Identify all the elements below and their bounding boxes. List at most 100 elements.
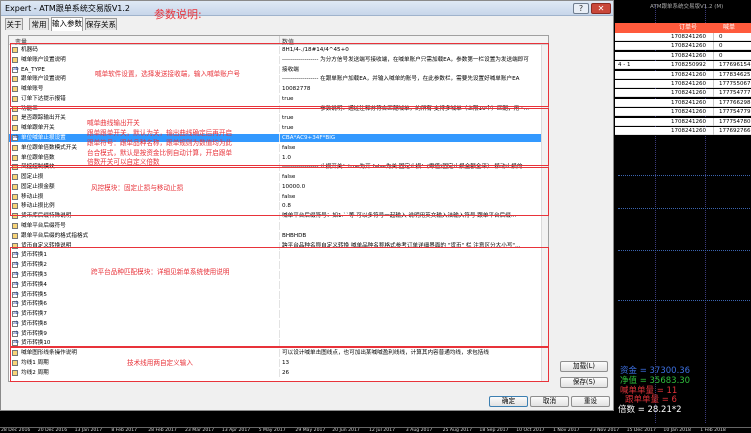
table-row[interactable]: 喊单账号 10082778 — [9, 85, 548, 94]
parameter-value[interactable]: 可以设计喊单击图线点，也可加出某喊喊盈利线线，计算其内容普通均线，求包括线 — [282, 349, 546, 357]
table-row[interactable]: ab EA_TYPE 接收端 — [9, 65, 548, 74]
annotation-account: 喊单软件设置，选择发送接收端，输入喊单账户号 — [95, 70, 241, 78]
annotation-symbol-mapping: 跨平台品种匹配模块：详细见新单系统使用说明 — [91, 268, 230, 276]
parameter-value[interactable]: 8H1/4-./18#14/4^45+0 — [282, 46, 546, 54]
string-parameter-icon: ab — [12, 135, 19, 142]
table-row[interactable]: 喊单平台后缀符号 — [9, 222, 548, 231]
multiplier-readout: 倍数 = 28.21*2 — [618, 405, 682, 415]
column-header-variable[interactable]: 变量 — [15, 37, 27, 46]
order-cell: 177766298 — [719, 99, 751, 106]
order-cell: 1708250992 — [671, 62, 706, 69]
order-cell: 1708241260 — [671, 71, 706, 78]
parameter-value[interactable]: 接收端 — [282, 66, 546, 74]
time-axis-label: 15 Dec 2017 — [626, 428, 656, 433]
close-button[interactable]: ✕ — [591, 3, 611, 14]
ok-button[interactable]: 确定 — [489, 396, 528, 407]
table-row[interactable]: 均线1 周期 13 — [9, 358, 548, 367]
table-row[interactable]: ab 货币转换6 — [9, 300, 548, 309]
time-axis: 28 Dec 2016 20 Dec 2016 13 Jan 2017 8 Feb 2… — [0, 427, 751, 433]
parameter-value[interactable]: ------------------ 止损开关：true为开 false为关 固… — [282, 163, 546, 171]
save-button[interactable]: 保存(S) — [560, 377, 608, 388]
table-row[interactable]: ab 货币转换1 — [9, 251, 548, 260]
string-parameter-icon: ab — [12, 262, 19, 269]
parameter-value[interactable]: 26 — [282, 369, 546, 377]
table-row[interactable]: 喊单账户设置说明 ------------------ 为分方信号发送端写接收端，… — [9, 55, 548, 64]
dialog-titlebar[interactable]: Expert - ATM跟单系统交易版V1.2 ? ✕ — [1, 1, 613, 16]
table-row[interactable]: 货币自定义转换说明 跨平台品种名称自定义转换 喊单品种名称格式参考订单详细界面的 … — [9, 241, 548, 250]
string-parameter-icon: ab — [12, 311, 19, 318]
time-axis-label: 1 Nov 2017 — [553, 428, 580, 433]
table-row[interactable]: 移动止损 false — [9, 192, 548, 201]
parameter-value[interactable]: 跨平台品种名称自定义转换 喊单品种名称格式参考订单详细界面的 "货币" 栏 注意… — [282, 242, 546, 250]
table-row[interactable]: 移动止损比例 0.8 — [9, 202, 548, 211]
order-cell: 0 — [719, 43, 723, 50]
price-level-line — [618, 300, 750, 301]
parameter-name: 货币转换8 — [21, 320, 47, 327]
parameter-value[interactable]: ------------------ 为分方信号发送端写接收端，在喊单账户只需加… — [282, 56, 546, 64]
parameter-value[interactable]: true — [282, 114, 546, 122]
table-row[interactable]: 功能三 ------------------ 参数说明：通过注释分符合匹配喊单，的… — [9, 104, 548, 113]
table-row[interactable]: 机器码 8H1/4-./18#14/4^45+0 — [9, 46, 548, 54]
order-cell: 177754780 — [719, 118, 751, 125]
table-row[interactable]: 跟单账户设置说明 ------------------ 在跟单账户加载EA，并输入… — [9, 75, 548, 84]
parameter-value[interactable]: false — [282, 144, 546, 152]
table-row[interactable]: ab 货币转换4 — [9, 280, 548, 289]
parameter-icon — [12, 350, 18, 357]
time-axis-label: 13 Jan 2017 — [74, 428, 103, 433]
table-header: 变量 数值 — [9, 36, 548, 46]
string-parameter-icon: ab — [12, 271, 19, 278]
tab-common[interactable]: 常用 — [29, 18, 49, 30]
table-row[interactable]: ab 货币转换2 — [9, 261, 548, 270]
column-header-value[interactable]: 数值 — [282, 37, 294, 46]
reset-button[interactable]: 重设 — [571, 396, 610, 407]
parameter-value[interactable]: 13 — [282, 359, 546, 367]
table-row[interactable]: 固定止损 false — [9, 173, 548, 182]
string-parameter-icon: ab — [12, 340, 19, 347]
parameter-value[interactable]: false — [282, 173, 546, 181]
order-cell: 1708241260 — [671, 99, 706, 106]
table-row[interactable]: ab 货币转换5 — [9, 290, 548, 299]
tab-inputs[interactable]: 输入参数 — [51, 17, 83, 31]
order-cell: 177692766 — [719, 128, 751, 134]
parameter-icon — [12, 144, 18, 151]
table-row[interactable]: 均线2 周期 26 — [9, 368, 548, 377]
parameter-name: 货币转换6 — [21, 301, 47, 308]
table-row[interactable]: 固定止损金额 10000.0 — [9, 182, 548, 191]
help-button[interactable]: ? — [573, 3, 589, 14]
parameter-value[interactable]: 10082778 — [282, 85, 546, 93]
table-scrollbar[interactable] — [541, 45, 548, 381]
parameter-value[interactable]: 10000.0 — [282, 183, 546, 191]
parameter-value[interactable]: BHBHDB — [282, 232, 546, 240]
table-row[interactable]: 货币库后缀特殊说明 喊单平台后缀符号：如1.``等 可以多符号一起输入 说明用英文… — [9, 212, 548, 221]
parameter-value[interactable]: true — [282, 95, 546, 103]
table-row[interactable]: ab 货币转换9 — [9, 329, 548, 338]
parameter-value[interactable]: ------------------ 参数说明：通过注释分符合匹配喊单，的所有 … — [282, 105, 546, 113]
tab-about[interactable]: 关于 — [5, 18, 23, 30]
parameter-name: 喊单图形线条操作说明 — [21, 350, 77, 357]
table-row[interactable]: ab 货币转换10 — [9, 339, 548, 348]
parameter-value[interactable]: 喊单平台后缀符号：如1.``等 可以多符号一起输入 说明用英文输入法输入符号 跟… — [282, 212, 546, 220]
parameter-value[interactable]: 0.8 — [282, 202, 546, 210]
parameter-icon — [12, 203, 18, 210]
table-row[interactable]: 跟单平台后缀的格式指格式 BHBHDB — [9, 231, 548, 240]
parameter-value[interactable]: CBA*AC9+34F*BIG — [282, 134, 546, 142]
parameter-value[interactable]: 1.0 — [282, 154, 546, 162]
time-axis-label: 20 Dec 2016 — [37, 428, 68, 433]
order-table-header: 订单号 喊单 — [615, 23, 751, 33]
table-row[interactable]: ab 货币转换8 — [9, 319, 548, 328]
order-cell: 0 — [719, 52, 723, 59]
parameter-icon — [12, 56, 18, 63]
cancel-button[interactable]: 取消 — [530, 396, 569, 407]
parameter-value[interactable]: true — [282, 124, 546, 132]
table-row[interactable]: ab 货币转换3 — [9, 270, 548, 279]
price-level-line — [618, 250, 750, 251]
table-row[interactable]: 喊单图形线条操作说明 可以设计喊单击图线点，也可加出某喊喊盈利线线，计算其内容普通… — [9, 349, 548, 358]
tab-dependencies[interactable]: 保存关系 — [85, 18, 117, 30]
table-row[interactable]: ab 货币转换7 — [9, 310, 548, 319]
parameter-value[interactable]: ------------------ 在跟单账户加载EA，并输入喊单的账号，在此… — [282, 75, 546, 83]
parameter-value[interactable]: false — [282, 193, 546, 201]
input-parameters-table[interactable]: 变量 数值 机器码 8H1/4-./18#14/4^45+0 喊单账户设置说明 ---… — [8, 35, 549, 382]
table-row[interactable]: 订单下达提示报错 true — [9, 94, 548, 103]
load-button[interactable]: 加载(L) — [560, 361, 608, 372]
order-cell: 1708241260 — [671, 109, 706, 116]
